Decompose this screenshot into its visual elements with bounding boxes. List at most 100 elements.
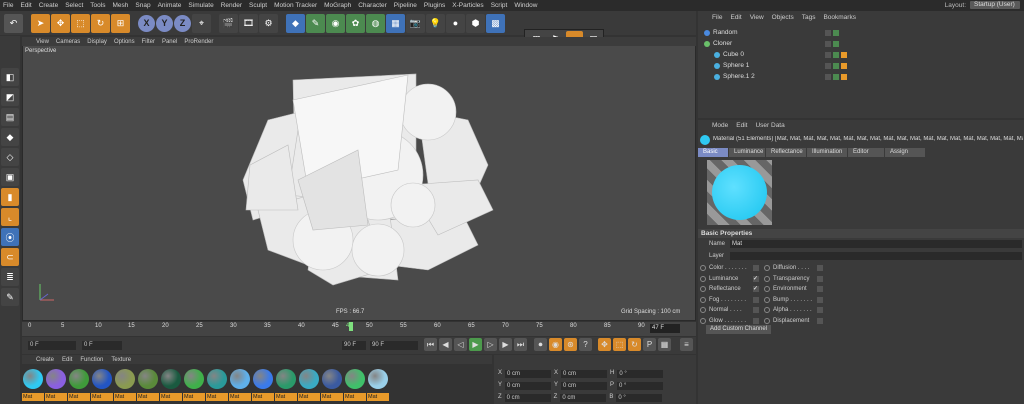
tab-assign[interactable]: Assign	[885, 148, 925, 157]
channel-displacement[interactable]: Displacement	[764, 317, 823, 324]
menu-simulate[interactable]: Simulate	[188, 2, 213, 9]
channel-glow[interactable]: Glow . . . . . . .	[700, 317, 759, 324]
channel-checkbox[interactable]	[753, 317, 759, 324]
tab-editor[interactable]: Editor	[848, 148, 884, 157]
make-editable-icon[interactable]: ◧	[1, 68, 19, 86]
viewport-menu-panel[interactable]: Panel	[162, 39, 177, 45]
material-swatch[interactable]: Mat	[229, 366, 251, 404]
material-swatch[interactable]: Mat	[68, 366, 90, 404]
channel-radio-icon[interactable]	[764, 275, 770, 282]
channel-checkbox[interactable]	[817, 317, 823, 324]
name-field[interactable]: Mat	[730, 240, 1022, 248]
attribute-menu-mode[interactable]: Mode	[712, 122, 728, 129]
material-swatch[interactable]: Mat	[160, 366, 182, 404]
menu-mograph[interactable]: MoGraph	[324, 2, 351, 9]
keyframe-selection-icon[interactable]: ⊛	[564, 338, 577, 351]
key-pla-icon[interactable]: ▦	[658, 338, 671, 351]
channel-bump[interactable]: Bump . . . . . . .	[764, 296, 823, 303]
sphere-material-icon[interactable]: ●	[446, 13, 465, 33]
autokey-icon[interactable]: ◉	[549, 338, 562, 351]
rotate-icon[interactable]: ↻	[91, 13, 110, 33]
menu-plugins[interactable]: Plugins	[424, 2, 445, 9]
material-menu-texture[interactable]: Texture	[111, 357, 131, 363]
snap-icon[interactable]: ⦿	[1, 228, 19, 246]
object-menu-bookmarks[interactable]: Bookmarks	[823, 14, 856, 21]
material-swatch[interactable]: Mat	[321, 366, 343, 404]
tab-illumination[interactable]: Illumination	[807, 148, 847, 157]
material-swatch[interactable]: Mat	[91, 366, 113, 404]
channel-checkbox[interactable]	[817, 286, 823, 292]
camera-icon[interactable]: 📷	[406, 13, 425, 33]
object-row[interactable]: Sphere 1	[700, 61, 1022, 70]
material-swatch[interactable]: Mat	[367, 366, 389, 404]
channel-checkbox[interactable]	[817, 265, 823, 271]
enabled-check-icon[interactable]	[833, 51, 839, 58]
axis-z-button[interactable]: Z	[174, 14, 191, 32]
object-menu-view[interactable]: View	[750, 14, 764, 21]
current-frame-field[interactable]: 47 F	[650, 324, 680, 333]
channel-radio-icon[interactable]	[764, 317, 770, 324]
menu-window[interactable]: Window	[514, 2, 537, 9]
channel-radio-icon[interactable]	[700, 307, 706, 313]
channel-checkbox[interactable]	[817, 275, 823, 282]
texture-mode-icon[interactable]: ◩	[1, 88, 19, 106]
workplane-icon[interactable]: ▤	[1, 108, 19, 126]
undo-icon[interactable]: ↶	[4, 13, 23, 33]
offset-frame-field[interactable]: 0 F	[82, 341, 122, 350]
edges-mode-icon[interactable]: ◇	[1, 148, 19, 166]
key-param-icon[interactable]: P	[643, 338, 656, 351]
channel-radio-icon[interactable]	[700, 317, 706, 324]
size-y-field[interactable]: 0 cm	[561, 382, 608, 390]
paint-icon[interactable]: ✎	[1, 288, 19, 306]
channel-normal[interactable]: Normal . . . .	[700, 307, 759, 313]
magnet-icon[interactable]: ⊂	[1, 248, 19, 266]
menu-render[interactable]: Render	[221, 2, 242, 9]
rotation-h-field[interactable]: 0 °	[617, 370, 664, 378]
subdivision-icon[interactable]: ◉	[326, 13, 345, 33]
material-swatch[interactable]: Mat	[344, 366, 366, 404]
object-menu-objects[interactable]: Objects	[772, 14, 794, 21]
deformer-icon[interactable]: ◍	[366, 13, 385, 33]
channel-radio-icon[interactable]	[764, 296, 770, 303]
menu-select[interactable]: Select	[65, 2, 83, 9]
object-row[interactable]: Sphere.1 2	[700, 72, 1022, 81]
channel-color[interactable]: Color . . . . . . .	[700, 265, 759, 271]
material-menu-create[interactable]: Create	[36, 357, 54, 363]
rotation-p-field[interactable]: 0 °	[617, 382, 664, 390]
viewport-menu-filter[interactable]: Filter	[142, 39, 155, 45]
object-row[interactable]: Random	[700, 28, 1022, 37]
visibility-toggle-icon[interactable]	[825, 73, 831, 80]
object-row[interactable]: Cube 0	[700, 50, 1022, 59]
visibility-toggle-icon[interactable]	[825, 62, 831, 69]
render-picture-viewer-icon[interactable]: 🎞	[239, 13, 258, 33]
menu-animate[interactable]: Animate	[158, 2, 182, 9]
rotation-b-field[interactable]: 0 °	[616, 394, 663, 402]
material-swatch[interactable]: Mat	[137, 366, 159, 404]
channel-checkbox[interactable]	[753, 296, 759, 303]
material-tag-icon[interactable]	[841, 73, 847, 80]
viewport-menu-cameras[interactable]: Cameras	[56, 39, 80, 45]
tab-luminance[interactable]: Luminance	[729, 148, 765, 157]
goto-end-icon[interactable]: ⏭	[514, 338, 527, 351]
viewport-menu-view[interactable]: View	[36, 39, 49, 45]
channel-diffusion[interactable]: Diffusion . . . .	[764, 265, 823, 271]
material-menu-function[interactable]: Function	[80, 357, 103, 363]
axis-mode-icon[interactable]: ⌞	[1, 208, 19, 226]
size-z-field[interactable]: 0 cm	[560, 394, 607, 402]
channel-radio-icon[interactable]	[764, 307, 770, 313]
channel-fog[interactable]: Fog . . . . . . . .	[700, 296, 759, 303]
size-x-field[interactable]: 0 cm	[561, 370, 608, 378]
material-swatch[interactable]: Mat	[45, 366, 67, 404]
material-menu-edit[interactable]: Edit	[62, 357, 72, 363]
light-icon[interactable]: 💡	[426, 13, 445, 33]
menu-character[interactable]: Character	[358, 2, 387, 9]
floor-icon[interactable]: ▦	[386, 13, 405, 33]
cube-object-icon[interactable]: ◆	[286, 13, 305, 33]
visibility-toggle-icon[interactable]	[825, 29, 831, 36]
object-row[interactable]: Cloner	[700, 39, 1022, 48]
menu-edit[interactable]: Edit	[20, 2, 31, 9]
menu-file[interactable]: File	[3, 2, 13, 9]
menu-x-particles[interactable]: X-Particles	[452, 2, 483, 9]
current-frame-marker[interactable]	[349, 322, 353, 331]
select-arrow-icon[interactable]: ➤	[31, 13, 50, 33]
